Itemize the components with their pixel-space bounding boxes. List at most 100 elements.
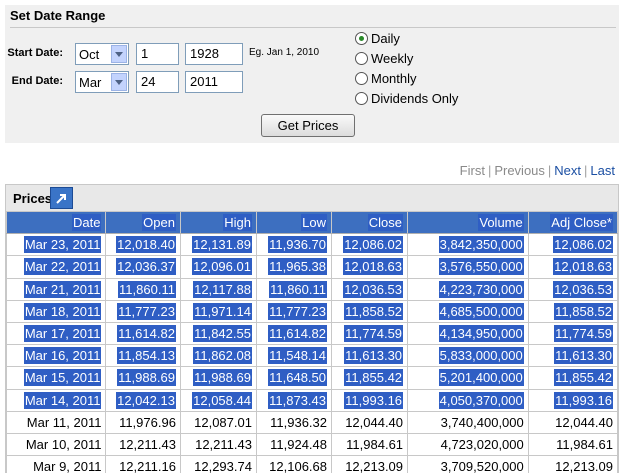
pager-previous: Previous: [494, 163, 545, 178]
column-header[interactable]: Low: [255, 210, 333, 235]
cell-value: 11,858.52: [554, 302, 613, 320]
cell-value: 3,842,350,000: [438, 236, 524, 254]
radio-label: Dividends Only: [371, 90, 459, 106]
radio-monthly[interactable]: Monthly: [355, 69, 417, 87]
cell-value: 12,213.09: [345, 459, 404, 473]
start-day-input[interactable]: 1: [136, 43, 179, 65]
radio-selected-icon[interactable]: [355, 31, 368, 45]
chevron-down-icon[interactable]: [111, 45, 127, 63]
table-cell: 5,833,000,000: [407, 344, 529, 368]
cell-value: 12,058.44: [192, 391, 252, 409]
table-cell: 4,685,500,000: [407, 299, 529, 323]
table-cell: Mar 9, 2011: [6, 455, 107, 473]
column-header[interactable]: Adj Close*: [527, 210, 618, 235]
cell-value: 4,134,950,000: [438, 325, 524, 343]
start-month-select[interactable]: Oct: [75, 43, 129, 65]
table-cell: 12,042.13: [105, 388, 181, 412]
table-cell: 5,201,400,000: [407, 366, 529, 390]
column-header[interactable]: Close: [330, 210, 409, 235]
radio-label: Monthly: [371, 70, 417, 86]
cell-value: 11,613.30: [554, 347, 613, 365]
get-prices-button[interactable]: Get Prices: [261, 114, 355, 137]
end-date-label: End Date:: [11, 75, 63, 87]
radio-weekly[interactable]: Weekly: [355, 49, 413, 67]
start-date-label: Start Date:: [7, 47, 63, 59]
table-cell: 12,213.09: [527, 455, 618, 473]
table-cell: 12,036.53: [330, 277, 409, 301]
cell-value: 11,988.69: [117, 369, 176, 387]
cell-value: 11,774.59: [344, 325, 404, 343]
table-cell: 12,211.16: [105, 455, 181, 473]
cell-value: 4,723,020,000: [440, 436, 524, 452]
cell-value: 12,042.13: [116, 391, 176, 409]
table-cell: 12,018.63: [527, 255, 618, 279]
end-day-input[interactable]: 24: [136, 71, 179, 93]
radio-icon[interactable]: [355, 51, 368, 65]
table-cell: 11,855.42: [330, 366, 409, 390]
prices-header: Prices: [6, 185, 618, 211]
table-cell: 11,613.30: [527, 344, 618, 368]
cell-value: Mar 18, 2011: [23, 302, 102, 320]
table-cell: 11,854.13: [105, 344, 181, 368]
table-cell: 3,576,550,000: [407, 255, 529, 279]
start-year-input[interactable]: 1928: [185, 43, 243, 65]
table-row: Mar 17, 2011 11,614.82 11,842.55 11,614.82 1…: [6, 321, 618, 346]
pager-first: First: [459, 163, 485, 178]
table-cell: 11,971.14: [179, 299, 257, 323]
table-cell: 4,223,730,000: [407, 277, 529, 301]
table-row: Mar 18, 2011 11,777.23 11,971.14 11,777.23 1…: [6, 299, 618, 323]
radio-dividends-only[interactable]: Dividends Only: [355, 89, 458, 107]
column-header-label: Volume: [478, 214, 524, 232]
column-header[interactable]: Volume: [407, 210, 529, 235]
prices-title: Prices: [13, 191, 53, 206]
cell-value: 12,131.89: [192, 236, 252, 254]
end-month-value: Mar: [79, 75, 102, 90]
table-cell: 11,548.14: [255, 344, 333, 368]
cell-value: 3,709,520,000: [440, 459, 524, 473]
table-cell: 11,862.08: [179, 344, 257, 368]
end-year-input[interactable]: 2011: [185, 71, 243, 93]
table-cell: Mar 18, 2011: [6, 299, 107, 323]
radio-daily[interactable]: Daily: [355, 29, 400, 47]
table-cell: 12,018.63: [330, 255, 409, 279]
column-header[interactable]: Date: [6, 210, 107, 235]
cell-value: Mar 9, 2011: [33, 459, 102, 473]
table-cell: 12,044.40: [527, 410, 618, 434]
pager-last-link[interactable]: Last: [590, 163, 615, 178]
cell-value: 11,613.30: [344, 347, 404, 365]
table-header-row: Date Open High Low Close Volume Adj Close*: [6, 210, 618, 235]
pager-next-link[interactable]: Next: [554, 163, 581, 178]
cell-value: 12,018.40: [116, 236, 176, 254]
cell-value: 3,740,400,000: [440, 414, 524, 430]
chevron-down-icon[interactable]: [111, 73, 127, 91]
cell-value: 11,860.11: [118, 280, 176, 298]
table-cell: 4,723,020,000: [407, 432, 529, 457]
cell-value: 11,988.69: [193, 369, 252, 387]
pagination: First | Previous | Next | Last: [459, 163, 615, 178]
cell-value: 11,993.16: [344, 391, 404, 409]
column-header[interactable]: High: [179, 210, 257, 235]
end-month-select[interactable]: Mar: [75, 71, 129, 93]
cell-value: 11,548.14: [268, 347, 327, 365]
cell-value: 11,984.61: [346, 436, 404, 452]
table-row: Mar 22, 2011 12,036.37 12,096.01 11,965.38 1…: [6, 255, 618, 279]
table-cell: 12,086.02: [527, 233, 618, 257]
cell-value: Mar 23, 2011: [23, 236, 102, 254]
prices-table: Date Open High Low Close Volume Adj Close* Mar…: [6, 210, 618, 473]
table-cell: 12,036.37: [105, 255, 181, 279]
table-cell: 12,131.89: [179, 233, 257, 257]
radio-icon[interactable]: [355, 91, 368, 105]
cell-value: 11,862.08: [193, 347, 252, 365]
cell-value: 11,936.70: [268, 236, 327, 254]
cell-value: 12,018.63: [553, 258, 613, 276]
cell-value: 12,086.02: [343, 236, 404, 254]
cell-value: 11,936.32: [270, 414, 327, 430]
column-header[interactable]: Open: [105, 210, 181, 235]
cell-value: 12,044.40: [555, 414, 613, 430]
column-header-label: High: [223, 214, 252, 232]
cell-value: 12,036.53: [343, 280, 404, 298]
cell-value: Mar 17, 2011: [23, 325, 102, 343]
table-cell: 3,709,520,000: [407, 455, 529, 473]
popout-arrow-icon[interactable]: [50, 187, 73, 209]
radio-icon[interactable]: [355, 71, 368, 85]
